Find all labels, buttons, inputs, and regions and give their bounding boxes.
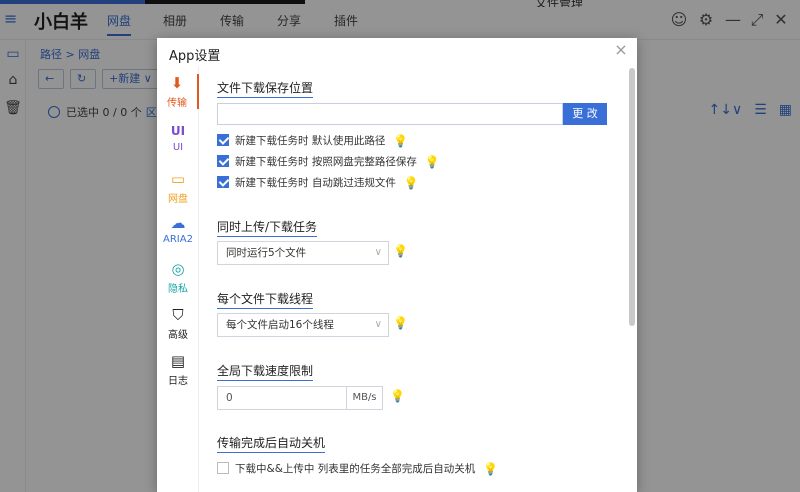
skip-illegal-label: 新建下载任务时 自动跳过违规文件 bbox=[235, 177, 396, 189]
nav-aria2-label: ARIA2 bbox=[163, 234, 193, 245]
auto-shutdown-option: 下载中&&上传中 列表里的任务全部完成后自动关机 💡 bbox=[217, 462, 498, 476]
chevron-down-icon: ∨ bbox=[374, 319, 382, 330]
lightbulb-icon[interactable]: 💡 bbox=[393, 244, 408, 258]
settings-content: 文件下载保存位置 更 改 新建下载任务时 默认使用此路径 💡 新建下载任务时 按照… bbox=[213, 66, 623, 492]
nav-privacy[interactable]: ◎ 隐私 bbox=[157, 260, 199, 295]
auto-shutdown-title: 传输完成后自动关机 bbox=[217, 434, 326, 453]
save-path-row: 更 改 bbox=[217, 103, 607, 125]
nav-log-label: 日志 bbox=[168, 376, 188, 387]
nav-privacy-label: 隐私 bbox=[168, 284, 188, 295]
default-path-checkbox[interactable] bbox=[217, 134, 229, 146]
nav-log[interactable]: ▤ 日志 bbox=[157, 352, 199, 387]
nav-transfer[interactable]: ⬇ 传输 bbox=[157, 74, 199, 109]
nav-transfer-label: 传输 bbox=[167, 98, 187, 109]
scrollbar-thumb[interactable] bbox=[629, 68, 635, 326]
lightbulb-icon[interactable]: 💡 bbox=[425, 155, 440, 169]
nav-netdisk[interactable]: ▭ 网盘 bbox=[157, 170, 199, 205]
auto-shutdown-checkbox[interactable] bbox=[217, 462, 229, 474]
save-path-title: 文件下载保存位置 bbox=[217, 79, 314, 98]
dialog-scrollbar[interactable] bbox=[629, 66, 635, 492]
threads-select[interactable]: 每个文件启动16个线程 ∨ bbox=[217, 313, 389, 337]
settings-nav: ⬇ 传输 UI UI ▭ 网盘 ☁ ARIA2 ◎ 隐私 ⛉ 高级 ▤ 日志 bbox=[157, 66, 199, 492]
lightbulb-icon[interactable]: 💡 bbox=[390, 389, 405, 403]
threads-value: 每个文件启动16个线程 bbox=[226, 319, 334, 331]
speed-limit-title: 全局下载速度限制 bbox=[217, 362, 314, 381]
concurrent-title: 同时上传/下载任务 bbox=[217, 218, 318, 237]
chevron-down-icon: ∨ bbox=[374, 247, 382, 258]
full-path-label: 新建下载任务时 按照网盘完整路径保存 bbox=[235, 156, 417, 168]
nav-aria2[interactable]: ☁ ARIA2 bbox=[157, 214, 199, 245]
lightbulb-icon[interactable]: 💡 bbox=[483, 462, 498, 476]
cloud-icon: ☁ bbox=[170, 214, 186, 232]
speed-limit-row: MB/s bbox=[217, 386, 383, 410]
speed-unit: MB/s bbox=[346, 386, 383, 410]
terminal-icon: ▤ bbox=[170, 352, 186, 370]
change-path-button[interactable]: 更 改 bbox=[563, 103, 607, 125]
auto-shutdown-label: 下载中&&上传中 列表里的任务全部完成后自动关机 bbox=[235, 463, 476, 475]
nav-ui-label: UI bbox=[172, 142, 184, 153]
nav-netdisk-label: 网盘 bbox=[168, 194, 188, 205]
default-path-option: 新建下载任务时 默认使用此路径 💡 bbox=[217, 134, 408, 148]
lightbulb-icon[interactable]: 💡 bbox=[404, 176, 419, 190]
lightbulb-icon[interactable]: 💡 bbox=[393, 134, 408, 148]
default-path-label: 新建下载任务时 默认使用此路径 bbox=[235, 135, 386, 147]
nav-advanced-label: 高级 bbox=[168, 330, 188, 341]
threads-title: 每个文件下载线程 bbox=[217, 290, 314, 309]
camera-icon: ◎ bbox=[171, 260, 185, 278]
nav-ui[interactable]: UI UI bbox=[157, 122, 199, 153]
skip-illegal-checkbox[interactable] bbox=[217, 176, 229, 188]
skip-illegal-option: 新建下载任务时 自动跳过违规文件 💡 bbox=[217, 176, 419, 190]
ui-icon: UI bbox=[170, 124, 186, 138]
concurrent-value: 同时运行5个文件 bbox=[226, 247, 307, 259]
speed-limit-input[interactable] bbox=[217, 386, 347, 410]
settings-dialog: App设置 × ⬇ 传输 UI UI ▭ 网盘 ☁ ARIA2 ◎ 隐私 ⛉ 高… bbox=[157, 38, 637, 492]
full-path-checkbox[interactable] bbox=[217, 155, 229, 167]
dialog-close-icon[interactable]: × bbox=[613, 42, 629, 58]
save-path-input[interactable] bbox=[217, 103, 563, 125]
concurrent-select[interactable]: 同时运行5个文件 ∨ bbox=[217, 241, 389, 265]
folder-icon: ▭ bbox=[170, 170, 186, 188]
download-icon: ⬇ bbox=[170, 74, 184, 92]
lightbulb-icon[interactable]: 💡 bbox=[393, 316, 408, 330]
nav-advanced[interactable]: ⛉ 高级 bbox=[157, 306, 199, 341]
full-path-option: 新建下载任务时 按照网盘完整路径保存 💡 bbox=[217, 155, 440, 169]
dialog-title: App设置 bbox=[169, 49, 221, 64]
shield-icon: ⛉ bbox=[172, 306, 184, 324]
